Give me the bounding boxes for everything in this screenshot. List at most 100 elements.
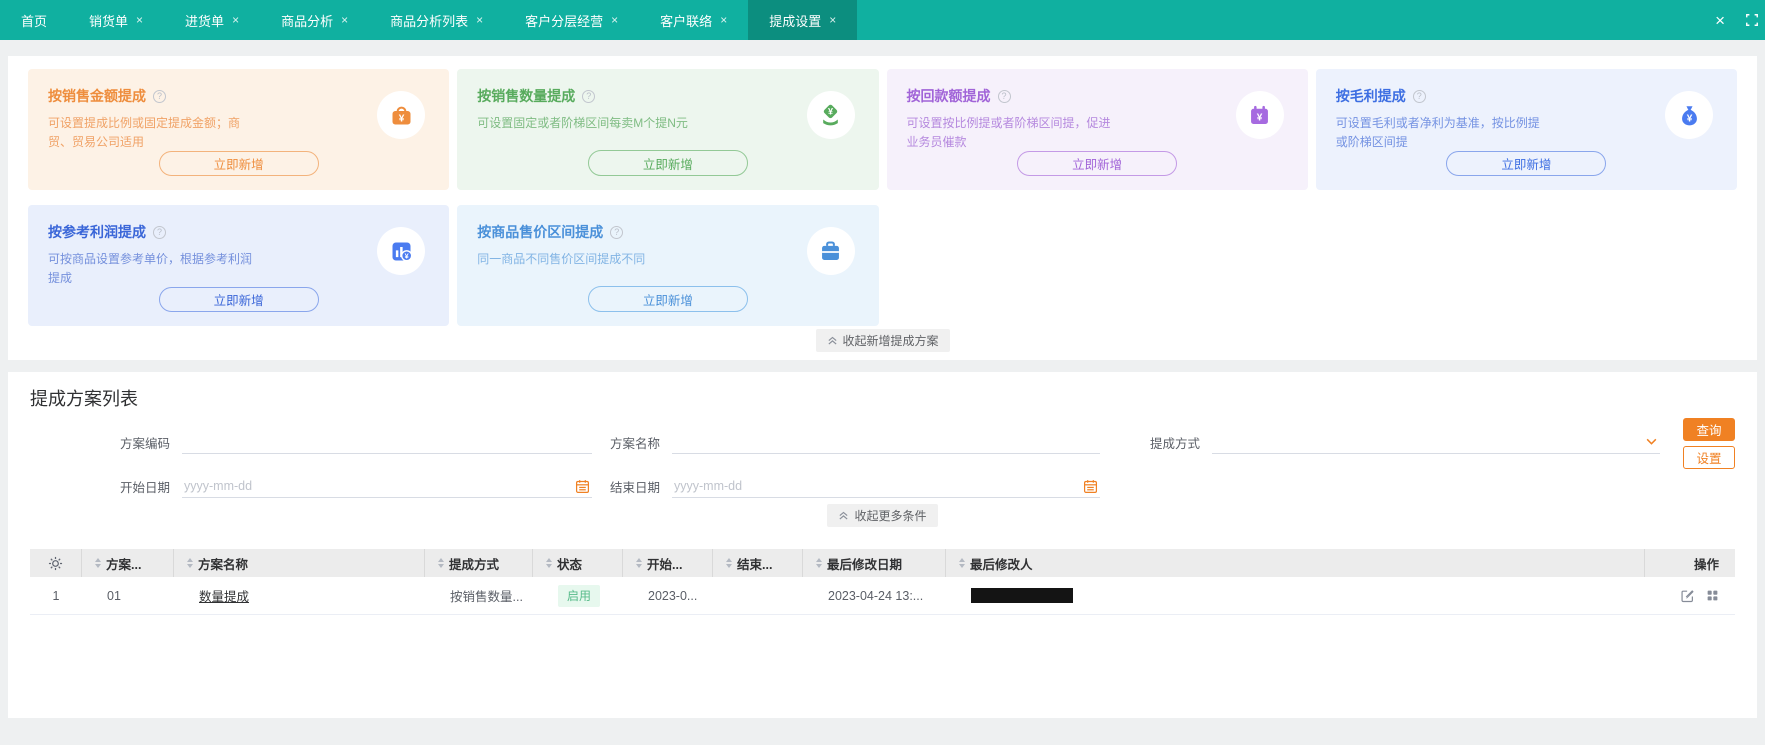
card-title-text: 按销售数量提成: [477, 88, 576, 104]
commission-method-field: 提成方式: [1150, 430, 1660, 454]
card-description: 同一商品不同售价区间提成不同: [477, 252, 646, 266]
help-icon[interactable]: ?: [582, 89, 596, 103]
card-gross-profit-commission: 按毛利提成? 可设置毛利或者净利为基准，按比例提或阶梯区间提 立即新增 ¥: [1315, 69, 1737, 190]
tab-close-icon[interactable]: ×: [476, 14, 483, 26]
column-header-plan-code[interactable]: 方案...: [82, 549, 174, 577]
card-title: 按回款额提成?: [907, 86, 1288, 106]
tab-label: 商品分析: [281, 13, 334, 29]
search-button[interactable]: 查询: [1683, 418, 1735, 441]
tab-bar: 首页 销货单 × 进货单 × 商品分析 × 商品分析列表 × 客户分层经营 × 客户联络 ×…: [0, 0, 1765, 40]
plan-code-input[interactable]: [182, 430, 592, 454]
collapse-more-filters-toggle[interactable]: 收起更多条件: [827, 504, 938, 527]
sort-icon[interactable]: [959, 558, 965, 568]
grid-more-icon[interactable]: [1706, 589, 1719, 602]
add-now-button[interactable]: 立即新增: [1017, 151, 1178, 176]
collapse-new-plans-toggle[interactable]: 收起新增提成方案: [815, 329, 950, 352]
chevron-double-up-icon: [839, 511, 849, 520]
cell-start-date: 2023-0...: [648, 588, 698, 603]
svg-text:¥: ¥: [1257, 112, 1263, 123]
sort-icon[interactable]: [187, 558, 193, 568]
plan-name-field: 方案名称: [610, 430, 1100, 454]
column-header-status[interactable]: 状态: [533, 549, 623, 577]
settings-button[interactable]: 设置: [1683, 446, 1735, 469]
start-date-input[interactable]: [182, 474, 592, 498]
card-description: 可设置提成比例或固定提成金额；商贸、贸易公司适用: [48, 116, 241, 149]
commission-card-grid: 按销售金额提成? 可设置提成比例或固定提成金额；商贸、贸易公司适用 立即新增 ¥…: [28, 69, 1737, 326]
column-header-end[interactable]: 结束...: [713, 549, 803, 577]
add-now-button[interactable]: 立即新增: [587, 150, 748, 176]
help-icon[interactable]: ?: [153, 225, 166, 239]
end-date-input[interactable]: [672, 474, 1100, 498]
card-description: 可按商品设置参考单价，根据参考利润提成: [48, 252, 253, 285]
row-index: 1: [52, 588, 60, 603]
tab-close-icon[interactable]: ×: [611, 14, 618, 26]
add-now-button[interactable]: 立即新增: [158, 151, 319, 176]
tab-product-analysis-list[interactable]: 商品分析列表 ×: [369, 0, 504, 40]
column-header-method[interactable]: 提成方式: [425, 549, 533, 577]
add-now-button[interactable]: 立即新增: [587, 286, 748, 312]
card-title-text: 按商品售价区间提成: [477, 224, 604, 240]
add-now-button[interactable]: 立即新增: [158, 287, 319, 312]
tab-product-analysis[interactable]: 商品分析 ×: [260, 0, 369, 40]
sort-icon[interactable]: [726, 558, 732, 568]
tab-close-icon[interactable]: ×: [232, 14, 239, 26]
fullscreen-icon[interactable]: [1745, 13, 1759, 27]
svg-text:¥: ¥: [1686, 113, 1692, 124]
table-row: 1 01 数量提成 按销售数量... 启用 2023-0... 2023-04-…: [30, 577, 1735, 615]
help-icon[interactable]: ?: [997, 89, 1011, 103]
close-icon[interactable]: ×: [1715, 12, 1725, 29]
tab-home[interactable]: 首页: [0, 0, 68, 40]
sort-icon[interactable]: [816, 558, 822, 568]
tab-close-icon[interactable]: ×: [720, 14, 727, 26]
field-label: 提成方式: [1150, 436, 1201, 451]
plan-code-field: 方案编码: [120, 430, 592, 454]
end-date-field: 结束日期: [610, 474, 1100, 498]
tab-close-icon[interactable]: ×: [136, 14, 143, 26]
field-label: 开始日期: [120, 480, 171, 495]
edit-icon[interactable]: [1680, 588, 1695, 603]
cell-method: 按销售数量...: [450, 590, 523, 604]
sort-icon[interactable]: [95, 558, 101, 568]
column-header-modified-by[interactable]: 最后修改人: [946, 549, 1645, 577]
field-label: 方案编码: [120, 436, 171, 451]
chevron-down-icon[interactable]: [1645, 435, 1658, 448]
status-badge: 启用: [558, 584, 601, 607]
card-sales-quantity-commission: 按销售数量提成? 可设置固定或者阶梯区间每卖M个提N元 立即新增 ¥: [457, 69, 879, 190]
tab-close-icon[interactable]: ×: [341, 14, 348, 26]
calendar-icon[interactable]: [575, 479, 590, 494]
plan-name-link[interactable]: 数量提成: [199, 590, 249, 604]
tab-commission-settings[interactable]: 提成设置 ×: [748, 0, 858, 40]
add-now-button[interactable]: 立即新增: [1446, 151, 1607, 176]
cell-plan-code: 01: [107, 588, 121, 603]
tab-label: 进货单: [185, 13, 225, 29]
column-header-plan-name[interactable]: 方案名称: [174, 549, 425, 577]
briefcase-icon: [806, 227, 855, 275]
commission-plans-panel: 按销售金额提成? 可设置提成比例或固定提成金额；商贸、贸易公司适用 立即新增 ¥…: [8, 56, 1757, 360]
calendar-icon[interactable]: [1083, 479, 1098, 494]
hand-coin-icon: ¥: [806, 91, 855, 139]
column-header-modified-date[interactable]: 最后修改日期: [803, 549, 946, 577]
sort-icon[interactable]: [546, 558, 552, 568]
plan-name-input[interactable]: [672, 430, 1100, 454]
filter-row-2: 开始日期 结束日期: [120, 474, 1735, 498]
filter-actions: 查询 设置: [1683, 418, 1735, 469]
redacted-modified-by: [971, 588, 1073, 604]
tab-label: 提成设置: [769, 13, 822, 29]
tab-sales-order[interactable]: 销货单 ×: [68, 0, 164, 40]
help-icon[interactable]: ?: [610, 225, 624, 239]
page-title: 提成方案列表: [30, 389, 138, 409]
commission-method-select[interactable]: [1212, 430, 1660, 454]
tab-close-icon[interactable]: ×: [829, 14, 836, 26]
tab-customer-contact[interactable]: 客户联络 ×: [639, 0, 748, 40]
help-icon[interactable]: ?: [1412, 89, 1426, 103]
card-title: 按商品售价区间提成?: [477, 222, 858, 242]
tab-customer-segmentation[interactable]: 客户分层经营 ×: [504, 0, 639, 40]
sort-icon[interactable]: [636, 558, 642, 568]
column-header-start[interactable]: 开始...: [623, 549, 713, 577]
gear-icon[interactable]: [48, 556, 63, 571]
tab-purchase-order[interactable]: 进货单 ×: [164, 0, 260, 40]
sort-icon[interactable]: [438, 558, 444, 568]
help-icon[interactable]: ?: [153, 89, 166, 103]
money-bag-icon: ¥: [1665, 91, 1713, 139]
tab-label: 客户分层经营: [525, 13, 604, 29]
